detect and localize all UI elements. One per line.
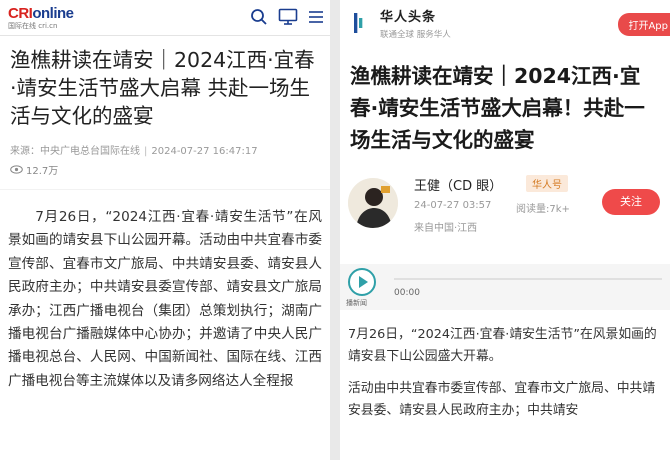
author-badge: 华人号 bbox=[526, 175, 568, 192]
tv-icon[interactable] bbox=[278, 8, 298, 26]
read-count: 阅读量:7k+ bbox=[516, 204, 570, 215]
body-paragraph: 活动由中共宜春市委宣传部、宜春市文广旅局、中共靖安县委、靖安县人民政府主办；中共… bbox=[348, 381, 656, 418]
author-origin: 来自中国·江西 bbox=[414, 223, 478, 234]
body-paragraph: 7月26日，“2024江西·宜春·靖安生活节”在风景如画的靖安县下山公园开幕。活… bbox=[8, 209, 322, 389]
huaren-article-panel: 华人头条 联通全球 服务华人 打开App 渔樵耕读在靖安｜2024江西·宜春·靖… bbox=[340, 0, 670, 460]
audio-time: 00:00 bbox=[394, 288, 420, 298]
article-source: 来源：中央广电总台国际在线 bbox=[10, 146, 140, 157]
cri-logo[interactable]: CRIonline 国际在线 cri.cn bbox=[8, 6, 74, 30]
open-app-button[interactable]: 打开App bbox=[618, 13, 670, 36]
follow-button[interactable]: 关注 bbox=[602, 189, 660, 215]
cri-logo-prefix: CRI bbox=[8, 4, 33, 22]
article-body: 7月26日，“2024江西·宜春·靖安生活节”在风景如画的靖安县下山公园开幕。活… bbox=[0, 190, 330, 393]
huaren-logo[interactable]: 华人头条 联通全球 服务华人 bbox=[380, 6, 451, 40]
huaren-logo-icon bbox=[354, 13, 363, 33]
cri-article-panel: CRIonline 国际在线 cri.cn 渔樵耕读在靖安｜2024江西·宜春·… bbox=[0, 0, 330, 460]
eye-icon bbox=[10, 165, 23, 174]
meta-separator: | bbox=[144, 146, 148, 157]
avatar-image bbox=[348, 178, 398, 228]
author-block: 王健（CD 眼） 华人号 24-07-27 03:57 阅读量:7k+ 来自中国… bbox=[340, 174, 670, 254]
play-label: 播新闻 bbox=[346, 299, 367, 307]
search-icon[interactable] bbox=[250, 8, 268, 26]
cri-logo-subtitle: 国际在线 cri.cn bbox=[8, 21, 58, 30]
article-title: 渔樵耕读在靖安｜2024江西·宜春·靖安生活节盛大启幕 共赴一场生活与文化的盛宴 bbox=[10, 48, 315, 128]
huaren-header: 华人头条 联通全球 服务华人 打开App bbox=[340, 0, 670, 46]
cri-header-icons bbox=[250, 8, 324, 26]
article-views: 12.7万 bbox=[0, 157, 330, 177]
menu-icon[interactable] bbox=[308, 9, 324, 25]
body-paragraph: 7月26日，“2024江西·宜春·靖安生活节”在风景如画的靖安县下山公园盛大开幕… bbox=[348, 327, 657, 364]
huaren-logo-name: 华人头条 bbox=[380, 10, 437, 25]
audio-progress-track[interactable] bbox=[394, 278, 662, 280]
article-meta: 来源：中央广电总台国际在线 | 2024-07-27 16:47:17 bbox=[0, 130, 330, 157]
author-name[interactable]: 王健（CD 眼） bbox=[414, 175, 502, 194]
article-title: 渔樵耕读在靖安｜2024江西·宜春·靖安生活节盛大启幕！共赴一场生活与文化的盛宴 bbox=[350, 64, 645, 152]
audio-player: 播新闻 00:00 bbox=[340, 264, 670, 310]
cri-header: CRIonline 国际在线 cri.cn bbox=[0, 0, 330, 36]
article-datetime: 2024-07-27 16:47:17 bbox=[151, 146, 258, 157]
avatar[interactable] bbox=[348, 178, 398, 228]
publish-time: 24-07-27 03:57 bbox=[414, 200, 492, 211]
huaren-logo-slogan: 联通全球 服务华人 bbox=[380, 30, 451, 40]
views-count: 12.7万 bbox=[26, 166, 59, 177]
play-icon[interactable] bbox=[348, 268, 376, 296]
article-body: 7月26日，“2024江西·宜春·靖安生活节”在风景如画的靖安县下山公园盛大开幕… bbox=[340, 310, 670, 421]
cri-logo-suffix: online bbox=[32, 4, 74, 22]
